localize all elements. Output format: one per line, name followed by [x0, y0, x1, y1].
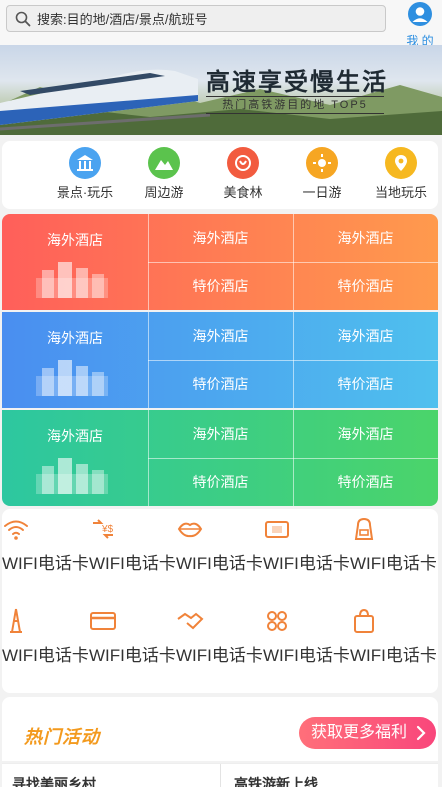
service-label: WIFI电话卡: [2, 646, 89, 665]
category-item-day-trip[interactable]: 一日游: [285, 147, 359, 201]
temple-icon: [69, 147, 101, 179]
currency-exchange-icon: ¥$: [93, 519, 114, 539]
location-icon: [385, 147, 417, 179]
banner-subtitle: 热门高铁游目的地 TOP5: [206, 96, 384, 114]
more-benefits-button[interactable]: 获取更多福利: [299, 717, 436, 749]
service-label: WIFI电话卡: [350, 554, 437, 573]
hotel-main-label: 海外酒店: [47, 428, 103, 444]
category-label: 当地玩乐: [374, 185, 427, 200]
ticket-icon: [265, 521, 289, 538]
top-bar: 搜索:目的地/酒店/景点/航班号 我 的: [0, 0, 442, 48]
hotel-tile[interactable]: 海外酒店: [293, 312, 438, 360]
search-placeholder: 搜索:目的地/酒店/景点/航班号: [37, 12, 208, 27]
hotel-block: 海外酒店 海外酒店 海外酒店 特价酒店 特价酒店: [2, 312, 438, 408]
hotel-tile[interactable]: 特价酒店: [293, 262, 438, 310]
hotel-tile[interactable]: 海外酒店: [293, 410, 438, 458]
service-item-wifi[interactable]: WIFI电话卡: [2, 515, 89, 576]
service-item-clover[interactable]: WIFI电话卡: [263, 607, 350, 668]
handshake-icon: [177, 612, 204, 630]
service-item-tower[interactable]: WIFI电话卡: [2, 607, 89, 668]
activity-item-right[interactable]: 高铁游新上线: [234, 774, 318, 787]
hotel-main-tile[interactable]: 海外酒店: [2, 410, 148, 506]
banner-title: 高速享受慢生活: [206, 70, 388, 96]
hot-activity-section: 热门活动 获取更多福利: [2, 697, 438, 761]
search-icon: [15, 11, 31, 26]
hotel-main-tile[interactable]: 海外酒店: [2, 312, 148, 408]
service-item-shopping[interactable]: WIFI电话卡: [350, 607, 437, 668]
service-label: WIFI电话卡: [89, 646, 176, 665]
category-label: 美食林: [223, 185, 263, 200]
service-label: WIFI电话卡: [176, 646, 263, 665]
hot-activity-logo: 热门活动: [24, 727, 100, 747]
category-item-food[interactable]: 美食林: [206, 147, 280, 201]
hotel-tile[interactable]: 特价酒店: [293, 458, 438, 506]
category-label: 景点·玩乐: [56, 185, 114, 200]
food-icon: [227, 147, 259, 179]
hotel-tile[interactable]: 特价酒店: [148, 262, 293, 310]
hotel-main-label: 海外酒店: [47, 232, 103, 248]
chevron-right-icon: [416, 725, 426, 741]
hotel-block: 海外酒店 海外酒店 海外酒店 特价酒店 特价酒店: [2, 410, 438, 506]
profile-button[interactable]: 我 的: [401, 2, 439, 49]
divider: [220, 764, 221, 787]
hotel-tile[interactable]: 海外酒店: [293, 214, 438, 262]
credit-card-icon: [90, 612, 116, 630]
category-item-scenic[interactable]: 景点·玩乐: [48, 147, 122, 201]
category-item-nearby[interactable]: 周边游: [127, 147, 201, 201]
activity-list: 寻找美丽乡村 高铁游新上线: [2, 763, 438, 787]
backpack-icon: [354, 517, 374, 540]
mountain-icon: [148, 147, 180, 179]
category-item-local[interactable]: 当地玩乐: [364, 147, 438, 201]
service-label: WIFI电话卡: [89, 554, 176, 573]
app-page: 搜索:目的地/酒店/景点/航班号 我 的 高速享受慢生活 热门高铁游目的地 TO…: [0, 0, 442, 787]
hotel-tile[interactable]: 特价酒店: [148, 360, 293, 408]
service-label: WIFI电话卡: [263, 554, 350, 573]
search-input[interactable]: 搜索:目的地/酒店/景点/航班号: [6, 5, 386, 32]
service-label: WIFI电话卡: [350, 646, 437, 665]
more-benefits-label: 获取更多福利: [311, 724, 408, 741]
svg-text:¥$: ¥$: [101, 524, 114, 535]
clover-icon: [267, 611, 287, 631]
hotel-tile[interactable]: 海外酒店: [148, 410, 293, 458]
promo-banner[interactable]: 高速享受慢生活 热门高铁游目的地 TOP5: [0, 45, 442, 135]
hotel-tile[interactable]: 特价酒店: [293, 360, 438, 408]
city-buildings-icon: [36, 360, 108, 396]
service-item-handshake[interactable]: WIFI电话卡: [176, 607, 263, 668]
service-item-backpack[interactable]: WIFI电话卡: [350, 515, 437, 576]
activity-item-left[interactable]: 寻找美丽乡村: [12, 774, 96, 787]
city-buildings-icon: [36, 458, 108, 494]
user-avatar-icon: [408, 2, 432, 26]
category-label: 周边游: [144, 185, 184, 200]
service-label: WIFI电话卡: [263, 646, 350, 665]
category-row: 景点·玩乐 周边游 美食林 一日游 当地玩乐: [2, 141, 438, 209]
city-buildings-icon: [36, 262, 108, 298]
service-label: WIFI电话卡: [2, 554, 89, 573]
sun-icon: [306, 147, 338, 179]
category-label: 一日游: [302, 185, 342, 200]
hotel-main-label: 海外酒店: [47, 330, 103, 346]
hotel-tile[interactable]: 海外酒店: [148, 214, 293, 262]
shopping-bag-icon: [354, 608, 374, 633]
service-item-ticket[interactable]: WIFI电话卡: [263, 515, 350, 576]
wifi-icon: [4, 520, 28, 540]
service-item-lips[interactable]: WIFI电话卡: [176, 515, 263, 576]
hotel-tile[interactable]: 特价酒店: [148, 458, 293, 506]
eiffel-tower-icon: [10, 608, 22, 633]
hotel-main-tile[interactable]: 海外酒店: [2, 214, 148, 310]
lips-icon: [177, 522, 203, 538]
service-label: WIFI电话卡: [176, 554, 263, 573]
service-item-exchange[interactable]: ¥$ WIFI电话卡: [89, 515, 176, 576]
hotel-block: 海外酒店 海外酒店 海外酒店 特价酒店 特价酒店: [2, 214, 438, 310]
hotel-tile[interactable]: 海外酒店: [148, 312, 293, 360]
services-grid: WIFI电话卡 ¥$ WIFI电话卡 WIFI电话卡 WIFI电话卡 WIFI电…: [2, 509, 438, 693]
service-item-card[interactable]: WIFI电话卡: [89, 607, 176, 668]
